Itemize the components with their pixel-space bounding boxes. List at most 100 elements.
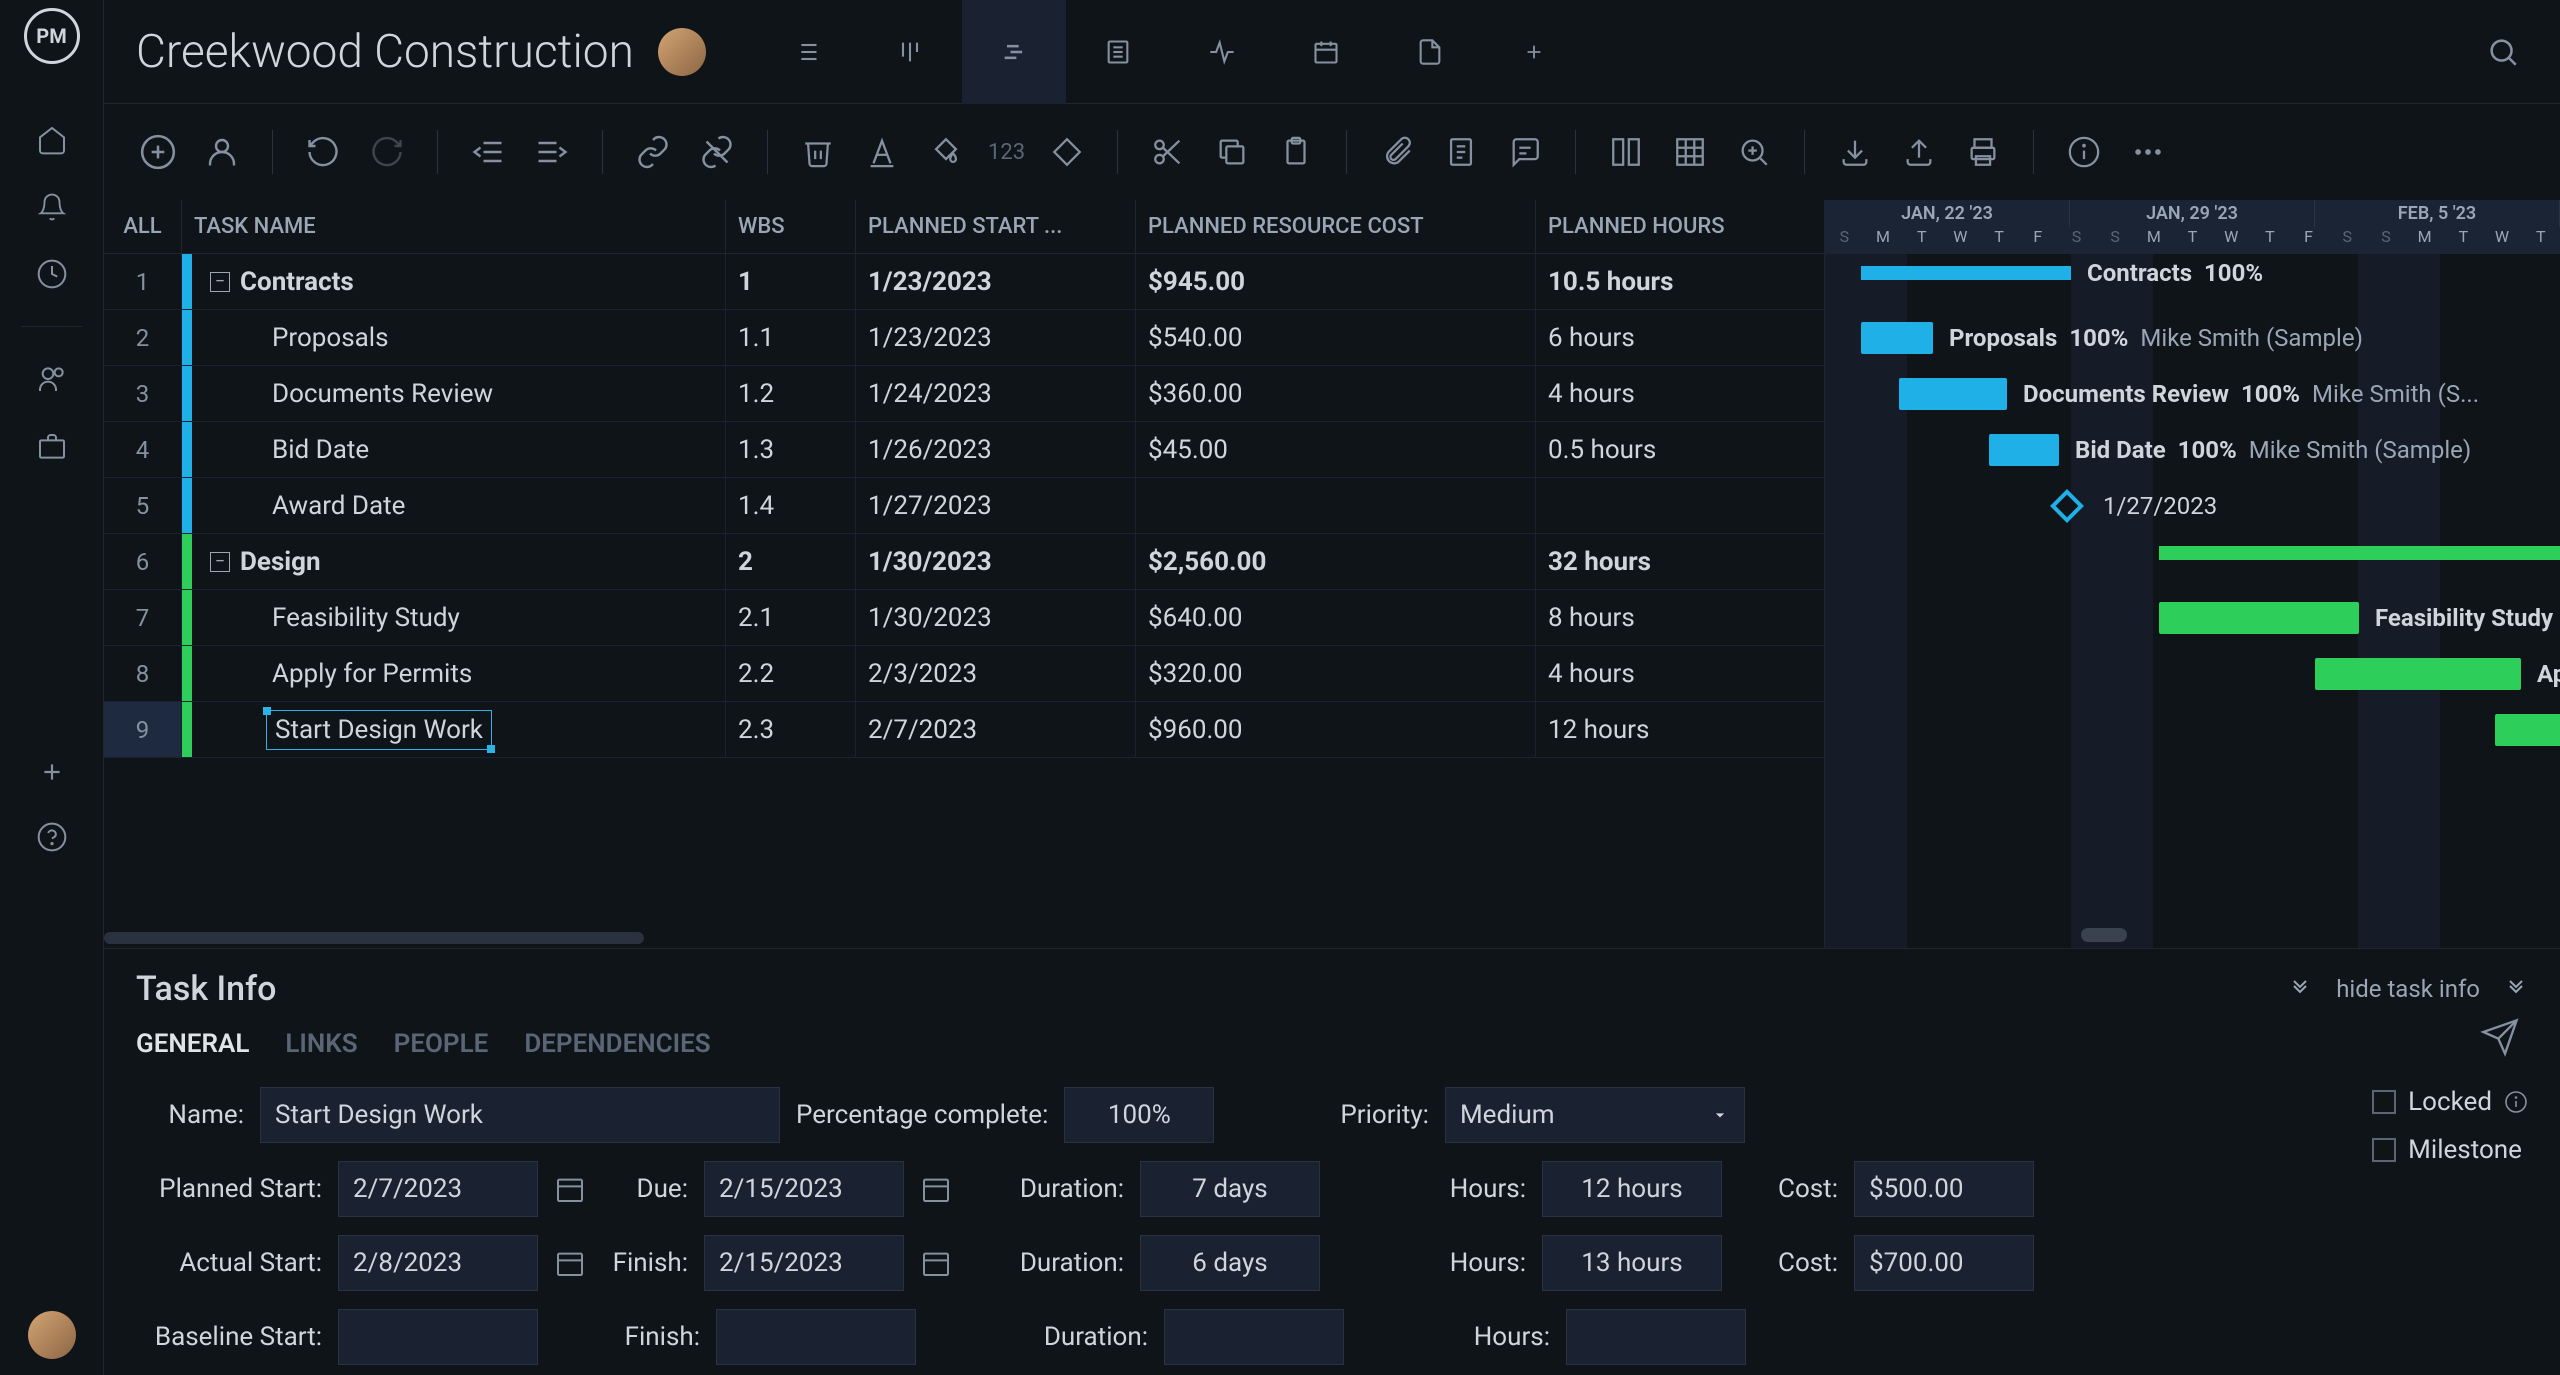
paste-icon[interactable] xyxy=(1274,130,1318,174)
hide-task-info-label[interactable]: hide task info xyxy=(2336,975,2480,1003)
user-avatar[interactable] xyxy=(28,1311,76,1359)
copy-icon[interactable] xyxy=(1210,130,1254,174)
baseline-duration-input[interactable] xyxy=(1164,1309,1344,1365)
actual-start-input[interactable] xyxy=(338,1235,538,1291)
add-icon[interactable] xyxy=(39,759,65,785)
planned-cost-cell[interactable]: $45.00 xyxy=(1136,422,1536,477)
task-name-cell[interactable]: Start Design Work xyxy=(182,702,726,757)
columns-icon[interactable] xyxy=(1604,130,1648,174)
assign-icon[interactable] xyxy=(200,130,244,174)
cut-icon[interactable] xyxy=(1146,130,1190,174)
planned-cost-cell[interactable]: $960.00 xyxy=(1136,702,1536,757)
help-icon[interactable] xyxy=(36,821,68,853)
task-name-cell[interactable]: Documents Review xyxy=(182,366,726,421)
gantt-bar[interactable]: Proposals100%Mike Smith (Sample) xyxy=(1861,322,1933,354)
gantt-bar[interactable]: Feasibility Study10 xyxy=(2159,602,2359,634)
task-info-tab[interactable]: LINKS xyxy=(285,1029,357,1059)
calendar-icon[interactable] xyxy=(554,1173,586,1205)
collapse-toggle[interactable]: − xyxy=(210,552,230,572)
actual-duration-input[interactable] xyxy=(1140,1235,1320,1291)
task-name-cell[interactable]: Feasibility Study xyxy=(182,590,726,645)
planned-hours-cell[interactable] xyxy=(1536,478,1824,533)
indent-icon[interactable] xyxy=(530,130,574,174)
planned-cost-cell[interactable]: $320.00 xyxy=(1136,646,1536,701)
row-number[interactable]: 7 xyxy=(104,590,182,645)
planned-start-cell[interactable]: 2/7/2023 xyxy=(856,702,1136,757)
planned-start-cell[interactable]: 1/30/2023 xyxy=(856,534,1136,589)
planned-start-cell[interactable]: 1/30/2023 xyxy=(856,590,1136,645)
notes-icon[interactable] xyxy=(1439,130,1483,174)
col-all[interactable]: ALL xyxy=(104,200,182,253)
planned-cost-cell[interactable]: $360.00 xyxy=(1136,366,1536,421)
view-list-icon[interactable] xyxy=(754,0,858,104)
task-row[interactable]: 6 − Design 2 1/30/2023 $2,560.00 32 hour… xyxy=(104,534,1824,590)
task-row[interactable]: 5 Award Date 1.4 1/27/2023 xyxy=(104,478,1824,534)
color-icon[interactable] xyxy=(924,130,968,174)
duration-input[interactable] xyxy=(1140,1161,1320,1217)
task-name-cell[interactable]: Bid Date xyxy=(182,422,726,477)
grid-icon[interactable] xyxy=(1668,130,1712,174)
task-row[interactable]: 8 Apply for Permits 2.2 2/3/2023 $320.00… xyxy=(104,646,1824,702)
col-planned-hours[interactable]: PLANNED HOURS xyxy=(1536,200,1824,253)
task-info-tab[interactable]: PEOPLE xyxy=(394,1029,489,1059)
planned-cost-cell[interactable]: $540.00 xyxy=(1136,310,1536,365)
wbs-cell[interactable]: 2 xyxy=(726,534,856,589)
planned-cost-cell[interactable]: $945.00 xyxy=(1136,254,1536,309)
planned-cost-cell[interactable]: $2,560.00 xyxy=(1136,534,1536,589)
row-number[interactable]: 9 xyxy=(104,702,182,757)
project-title[interactable]: Creekwood Construction xyxy=(136,25,634,79)
undo-icon[interactable] xyxy=(301,130,345,174)
actual-cost-input[interactable] xyxy=(1854,1235,2034,1291)
wbs-cell[interactable]: 1.3 xyxy=(726,422,856,477)
planned-hours-cell[interactable]: 10.5 hours xyxy=(1536,254,1824,309)
gantt-milestone[interactable] xyxy=(2050,489,2084,523)
col-task-name[interactable]: TASK NAME xyxy=(182,200,726,253)
export-icon[interactable] xyxy=(1897,130,1941,174)
row-number[interactable]: 5 xyxy=(104,478,182,533)
collapse-down-icon[interactable] xyxy=(2504,977,2528,1001)
baseline-finish-input[interactable] xyxy=(716,1309,916,1365)
view-activity-icon[interactable] xyxy=(1170,0,1274,104)
planned-hours-cell[interactable]: 12 hours xyxy=(1536,702,1824,757)
project-owner-avatar[interactable] xyxy=(658,28,706,76)
planned-start-cell[interactable]: 1/23/2023 xyxy=(856,310,1136,365)
row-number[interactable]: 1 xyxy=(104,254,182,309)
briefcase-icon[interactable] xyxy=(36,431,68,463)
wbs-cell[interactable]: 1.1 xyxy=(726,310,856,365)
send-icon[interactable] xyxy=(2480,1017,2520,1057)
planned-start-cell[interactable]: 1/27/2023 xyxy=(856,478,1136,533)
collapse-down-icon[interactable] xyxy=(2288,977,2312,1001)
due-input[interactable] xyxy=(704,1161,904,1217)
view-calendar-icon[interactable] xyxy=(1274,0,1378,104)
cost-input[interactable] xyxy=(1854,1161,2034,1217)
view-board-icon[interactable] xyxy=(858,0,962,104)
gantt-bar[interactable]: Contracts100% xyxy=(1861,266,2071,280)
locked-checkbox[interactable] xyxy=(2372,1090,2396,1114)
recent-icon[interactable] xyxy=(36,258,68,290)
collapse-toggle[interactable]: − xyxy=(210,272,230,292)
grid-horizontal-scrollbar[interactable] xyxy=(104,928,1824,948)
planned-hours-cell[interactable]: 0.5 hours xyxy=(1536,422,1824,477)
view-file-icon[interactable] xyxy=(1378,0,1482,104)
milestone-icon[interactable] xyxy=(1045,130,1089,174)
wbs-cell[interactable]: 2.3 xyxy=(726,702,856,757)
wbs-cell[interactable]: 2.1 xyxy=(726,590,856,645)
redo-icon[interactable] xyxy=(365,130,409,174)
search-icon[interactable] xyxy=(2486,35,2520,69)
planned-cost-cell[interactable] xyxy=(1136,478,1536,533)
planned-start-cell[interactable]: 2/3/2023 xyxy=(856,646,1136,701)
planned-start-input[interactable] xyxy=(338,1161,538,1217)
wbs-cell[interactable]: 2.2 xyxy=(726,646,856,701)
calendar-icon[interactable] xyxy=(920,1173,952,1205)
planned-hours-cell[interactable]: 6 hours xyxy=(1536,310,1824,365)
link-icon[interactable] xyxy=(631,130,675,174)
gantt-bar[interactable]: Apply f xyxy=(2315,658,2521,690)
task-row[interactable]: 4 Bid Date 1.3 1/26/2023 $45.00 0.5 hour… xyxy=(104,422,1824,478)
home-icon[interactable] xyxy=(36,124,68,156)
task-row[interactable]: 3 Documents Review 1.2 1/24/2023 $360.00… xyxy=(104,366,1824,422)
baseline-hours-input[interactable] xyxy=(1566,1309,1746,1365)
row-number[interactable]: 6 xyxy=(104,534,182,589)
task-name-cell[interactable]: Apply for Permits xyxy=(182,646,726,701)
gantt-horizontal-scrollbar[interactable] xyxy=(1825,928,2548,944)
milestone-checkbox[interactable] xyxy=(2372,1138,2396,1162)
